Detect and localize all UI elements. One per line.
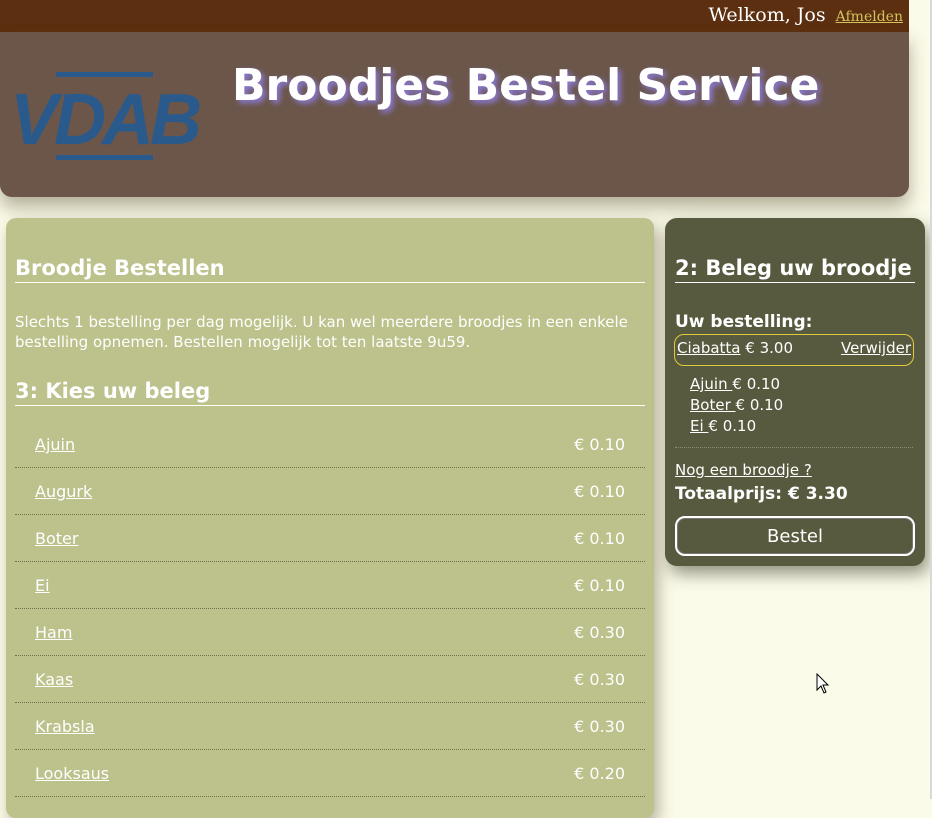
remove-button[interactable]: Verwijder [841, 339, 911, 357]
add-another-bread-link[interactable]: Nog een broodje ? [675, 461, 812, 479]
topping-price: € 0.10 [574, 482, 625, 501]
order-submit-button[interactable]: Bestel [675, 516, 915, 556]
total-price: Totaalprijs: € 3.30 [675, 484, 848, 504]
bread-link[interactable]: Ciabatta [677, 339, 741, 357]
selected-topping-link[interactable]: Ei [690, 417, 708, 435]
topping-link-augurk[interactable]: Augurk [35, 482, 92, 501]
topping-price: € 0.10 [574, 529, 625, 548]
selected-toppings: Ajuin € 0.10 Boter € 0.10 Ei € 0.10 [690, 374, 783, 437]
logo-text: VDAB [10, 80, 200, 160]
site-title: Broodjes Bestel Service [232, 60, 820, 111]
intro-text: Slechts 1 bestelling per dag mogelijk. U… [15, 313, 628, 351]
divider [675, 447, 913, 448]
list-item: Boter € 0.10 [690, 395, 783, 416]
toppings-title: 3: Kies uw beleg [15, 379, 645, 406]
site-header: VDAB Broodjes Bestel Service [0, 32, 909, 197]
list-item: Kaas € 0.30 [15, 656, 645, 703]
list-item: Ajuin € 0.10 [690, 374, 783, 395]
selected-topping-price: € 0.10 [735, 396, 784, 414]
order-summary-panel: 2: Beleg uw broodje Uw bestelling: Ciaba… [665, 218, 925, 566]
topping-link-ham[interactable]: Ham [35, 623, 72, 642]
selected-topping-link[interactable]: Boter [690, 396, 736, 414]
topping-price: € 0.10 [574, 435, 625, 454]
user-greeting: Welkom, Jos Afmelden [708, 4, 903, 26]
toppings-list: Ajuin € 0.10 Augurk € 0.10 Boter € 0.10 … [15, 421, 645, 797]
topping-link-boter[interactable]: Boter [35, 529, 78, 548]
topping-price: € 0.30 [574, 717, 625, 736]
selected-topping-price: € 0.10 [708, 417, 757, 435]
list-item: Looksaus € 0.20 [15, 750, 645, 797]
topping-link-krabsla[interactable]: Krabsla [35, 717, 95, 736]
top-bar: Welkom, Jos Afmelden [0, 0, 909, 32]
logout-link[interactable]: Afmelden [836, 9, 903, 25]
order-title: 2: Beleg uw broodje [675, 256, 915, 283]
topping-price: € 0.20 [574, 764, 625, 783]
welcome-text: Welkom, Jos [708, 4, 826, 26]
topping-price: € 0.30 [574, 623, 625, 642]
selected-topping-price: € 0.10 [732, 375, 781, 393]
bread-price: € 3.00 [745, 339, 794, 357]
section-title: Broodje Bestellen [15, 256, 645, 283]
topping-price: € 0.10 [574, 576, 625, 595]
order-label: Uw bestelling: [675, 312, 813, 332]
topping-link-ajuin[interactable]: Ajuin [35, 435, 75, 454]
selected-topping-link[interactable]: Ajuin [690, 375, 732, 393]
order-form-panel: Broodje Bestellen Slechts 1 bestelling p… [6, 218, 654, 818]
list-item: Boter € 0.10 [15, 515, 645, 562]
topping-price: € 0.30 [574, 670, 625, 689]
bread-entry: Ciabatta € 3.00 [677, 339, 793, 357]
topping-link-ei[interactable]: Ei [35, 576, 50, 595]
list-item: Ham € 0.30 [15, 609, 645, 656]
list-item: Augurk € 0.10 [15, 468, 645, 515]
list-item: Krabsla € 0.30 [15, 703, 645, 750]
selected-bread-item: Ciabatta € 3.00 Verwijder [674, 334, 914, 366]
list-item: Ei € 0.10 [15, 562, 645, 609]
list-item: Ajuin € 0.10 [15, 421, 645, 468]
topping-link-looksaus[interactable]: Looksaus [35, 764, 109, 783]
list-item: Ei € 0.10 [690, 416, 783, 437]
topping-link-kaas[interactable]: Kaas [35, 670, 73, 689]
vdab-logo: VDAB [10, 72, 204, 160]
mouse-pointer-icon [816, 673, 830, 694]
